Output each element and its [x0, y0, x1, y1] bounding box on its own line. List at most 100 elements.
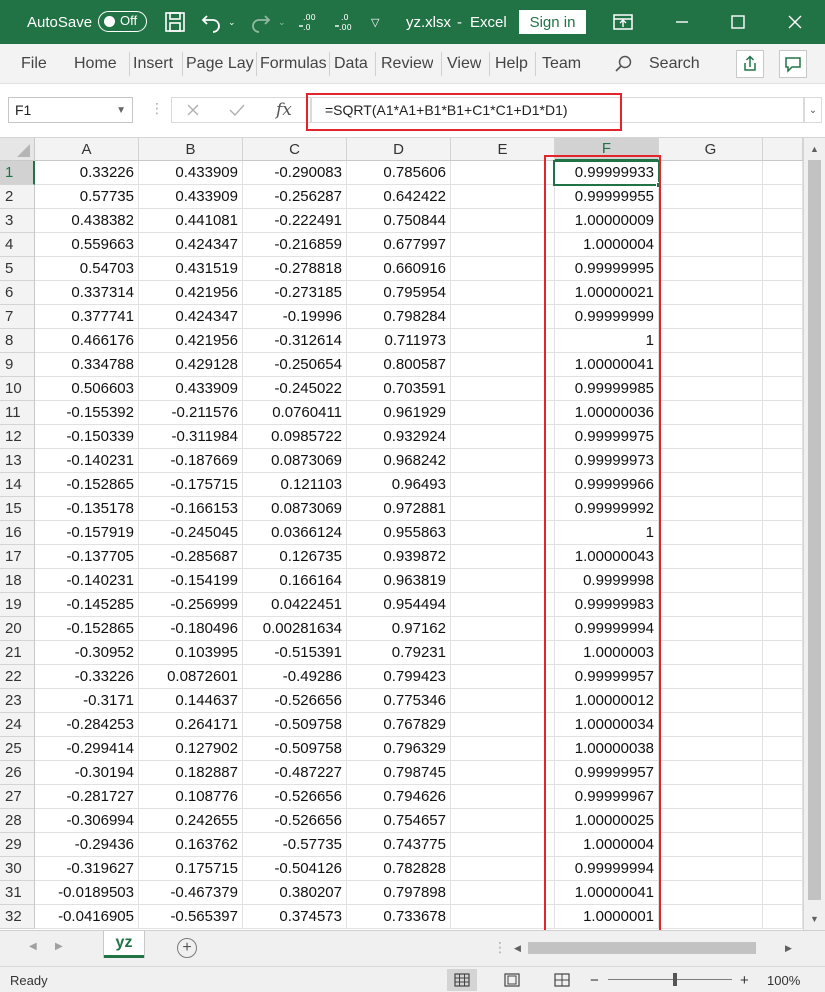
- cell[interactable]: -0.140231: [35, 569, 139, 593]
- cell[interactable]: -0.278818: [243, 257, 347, 281]
- cell[interactable]: [451, 497, 555, 521]
- cell[interactable]: [659, 761, 763, 785]
- cell[interactable]: 0.166164: [243, 569, 347, 593]
- cell[interactable]: 0.794626: [347, 785, 451, 809]
- cell[interactable]: -0.3171: [35, 689, 139, 713]
- cell[interactable]: [451, 473, 555, 497]
- cell[interactable]: [659, 425, 763, 449]
- row-header[interactable]: 31: [0, 881, 35, 905]
- cell[interactable]: 0.0872601: [139, 665, 243, 689]
- cell[interactable]: -0.30952: [35, 641, 139, 665]
- column-header-b[interactable]: B: [139, 138, 243, 161]
- vertical-scroll-thumb[interactable]: [808, 160, 821, 900]
- cell[interactable]: [659, 329, 763, 353]
- cell[interactable]: [451, 185, 555, 209]
- cell[interactable]: [763, 641, 803, 665]
- cell[interactable]: 0.337314: [35, 281, 139, 305]
- row-header[interactable]: 11: [0, 401, 35, 425]
- cell[interactable]: -0.145285: [35, 593, 139, 617]
- cell[interactable]: [451, 761, 555, 785]
- name-box[interactable]: F1 ▼: [8, 97, 133, 123]
- column-header-overflow[interactable]: [763, 138, 803, 161]
- cell[interactable]: -0.273185: [243, 281, 347, 305]
- enter-check-icon[interactable]: [229, 103, 245, 117]
- cell[interactable]: 0.264171: [139, 713, 243, 737]
- cell[interactable]: [659, 905, 763, 929]
- cell[interactable]: 0.103995: [139, 641, 243, 665]
- minimize-icon[interactable]: [670, 10, 694, 34]
- cell[interactable]: -0.29436: [35, 833, 139, 857]
- cell[interactable]: [763, 785, 803, 809]
- cell[interactable]: 0.57735: [35, 185, 139, 209]
- cell[interactable]: 0.99999955: [555, 185, 659, 209]
- row-header[interactable]: 26: [0, 761, 35, 785]
- row-header[interactable]: 21: [0, 641, 35, 665]
- cell[interactable]: 0.99999994: [555, 617, 659, 641]
- cell[interactable]: [451, 833, 555, 857]
- row-header[interactable]: 24: [0, 713, 35, 737]
- row-header[interactable]: 8: [0, 329, 35, 353]
- cell[interactable]: [763, 425, 803, 449]
- cell[interactable]: 0.0985722: [243, 425, 347, 449]
- row-header[interactable]: 30: [0, 857, 35, 881]
- cell[interactable]: 0.175715: [139, 857, 243, 881]
- row-header[interactable]: 2: [0, 185, 35, 209]
- cell[interactable]: [451, 281, 555, 305]
- cell[interactable]: 0.433909: [139, 161, 243, 185]
- cell[interactable]: -0.509758: [243, 737, 347, 761]
- cell[interactable]: [763, 161, 803, 185]
- row-header[interactable]: 3: [0, 209, 35, 233]
- cell[interactable]: 0.0422451: [243, 593, 347, 617]
- cell[interactable]: [659, 281, 763, 305]
- maximize-icon[interactable]: [726, 10, 750, 34]
- cell[interactable]: -0.467379: [139, 881, 243, 905]
- cell[interactable]: 0.99999957: [555, 665, 659, 689]
- column-header-c[interactable]: C: [243, 138, 347, 161]
- row-header[interactable]: 20: [0, 617, 35, 641]
- cell[interactable]: 0.733678: [347, 905, 451, 929]
- cell[interactable]: 0.438382: [35, 209, 139, 233]
- cell[interactable]: 0.799423: [347, 665, 451, 689]
- cell[interactable]: 0.108776: [139, 785, 243, 809]
- normal-view-button[interactable]: [447, 969, 477, 991]
- cell[interactable]: [763, 569, 803, 593]
- cell[interactable]: 1.00000012: [555, 689, 659, 713]
- cell[interactable]: 0.421956: [139, 329, 243, 353]
- cell[interactable]: 1: [555, 329, 659, 353]
- cell[interactable]: 0.433909: [139, 377, 243, 401]
- cell[interactable]: 1.00000043: [555, 545, 659, 569]
- row-header[interactable]: 25: [0, 737, 35, 761]
- cell[interactable]: [659, 713, 763, 737]
- cell[interactable]: 0.127902: [139, 737, 243, 761]
- cell[interactable]: 1: [555, 521, 659, 545]
- cell[interactable]: -0.285687: [139, 545, 243, 569]
- row-header[interactable]: 7: [0, 305, 35, 329]
- cell[interactable]: [659, 233, 763, 257]
- cell[interactable]: 0.424347: [139, 305, 243, 329]
- cell[interactable]: [659, 737, 763, 761]
- scroll-right-icon[interactable]: ▶: [780, 939, 797, 957]
- row-header[interactable]: 15: [0, 497, 35, 521]
- cell[interactable]: [763, 905, 803, 929]
- cell[interactable]: -0.49286: [243, 665, 347, 689]
- column-header-d[interactable]: D: [347, 138, 451, 161]
- sign-in-button[interactable]: Sign in: [519, 10, 586, 34]
- cell[interactable]: 0.972881: [347, 497, 451, 521]
- cell[interactable]: 0.660916: [347, 257, 451, 281]
- cell[interactable]: -0.0416905: [35, 905, 139, 929]
- cell[interactable]: 1.00000021: [555, 281, 659, 305]
- cell[interactable]: [659, 833, 763, 857]
- cell[interactable]: [451, 521, 555, 545]
- cell[interactable]: [451, 209, 555, 233]
- column-header-e[interactable]: E: [451, 138, 555, 161]
- cell[interactable]: [763, 473, 803, 497]
- row-header[interactable]: 27: [0, 785, 35, 809]
- vertical-scrollbar[interactable]: ▲ ▼: [803, 138, 825, 930]
- cell[interactable]: 0.99999966: [555, 473, 659, 497]
- cell[interactable]: 0.99999975: [555, 425, 659, 449]
- cell[interactable]: -0.140231: [35, 449, 139, 473]
- cell[interactable]: -0.175715: [139, 473, 243, 497]
- cell[interactable]: 0.798284: [347, 305, 451, 329]
- cell[interactable]: 0.782828: [347, 857, 451, 881]
- cell[interactable]: [659, 881, 763, 905]
